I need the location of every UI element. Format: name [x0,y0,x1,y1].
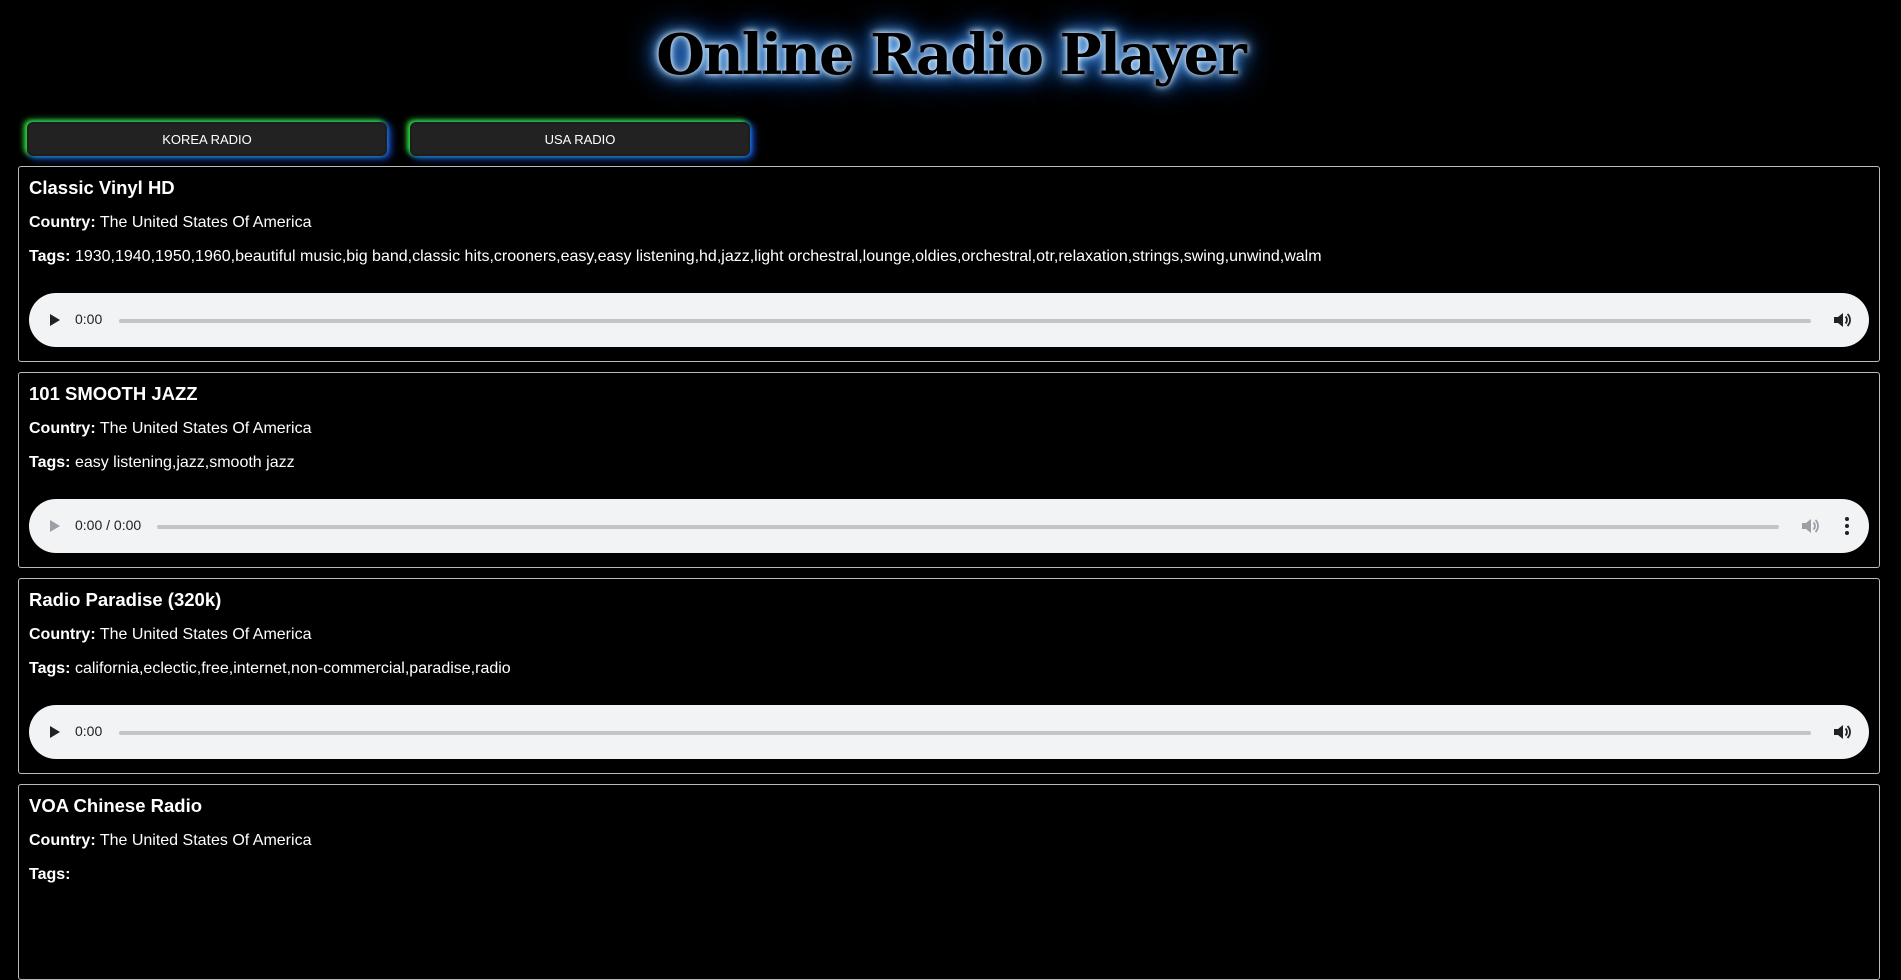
station-name: Radio Paradise (320k) [29,589,222,610]
country-value: The United States Of America [99,420,312,437]
usa-radio-button[interactable]: USA RADIO [410,122,750,156]
country-value: The United States Of America [99,626,312,643]
country-value: The United States Of America [99,832,312,849]
audio-player: 0:00 [29,293,1869,347]
station-card: VOA Chinese Radio Country: The United St… [18,784,1880,980]
audio-player: 0:00 / 0:00 [29,499,1869,553]
station-tags: Tags: [29,866,70,884]
korea-radio-button[interactable]: KOREA RADIO [27,122,387,156]
player-time: 0:00 [75,311,103,327]
volume-icon[interactable] [1833,724,1851,740]
country-label: Country: [29,214,96,231]
tags-label: Tags: [29,454,71,471]
player-time: 0:00 [75,723,103,739]
tags-value: 1930,1940,1950,1960,beautiful music,big … [74,248,1322,265]
station-card: 101 SMOOTH JAZZ Country: The United Stat… [18,372,1880,568]
seek-bar[interactable] [157,525,1779,529]
tags-label: Tags: [29,866,71,883]
tags-label: Tags: [29,660,71,677]
station-tags: Tags: easy listening,jazz,smooth jazz [29,454,295,472]
station-tags: Tags: 1930,1940,1950,1960,beautiful musi… [29,248,1322,266]
volume-icon[interactable] [1833,312,1851,328]
play-icon[interactable] [50,314,60,326]
station-name: Classic Vinyl HD [29,177,175,198]
volume-icon[interactable] [1801,518,1819,534]
station-card: Classic Vinyl HD Country: The United Sta… [18,166,1880,362]
tags-value: california,eclectic,free,internet,non-co… [74,660,511,677]
tags-label: Tags: [29,248,71,265]
play-icon[interactable] [50,726,60,738]
country-label: Country: [29,420,96,437]
station-name: 101 SMOOTH JAZZ [29,383,198,404]
tags-value: easy listening,jazz,smooth jazz [74,454,295,471]
station-country: Country: The United States Of America [29,626,311,644]
country-label: Country: [29,626,96,643]
seek-bar[interactable] [119,319,1811,323]
station-card: Radio Paradise (320k) Country: The Unite… [18,578,1880,774]
page-title: Online Radio Player [656,22,1247,88]
seek-bar[interactable] [119,731,1811,735]
country-label: Country: [29,832,96,849]
station-country: Country: The United States Of America [29,420,311,438]
station-tags: Tags: california,eclectic,free,internet,… [29,660,511,678]
play-icon[interactable] [50,520,60,532]
more-options-icon[interactable] [1845,517,1849,535]
station-country: Country: The United States Of America [29,214,311,232]
station-country: Country: The United States Of America [29,832,311,850]
player-time: 0:00 / 0:00 [75,517,142,533]
audio-player: 0:00 [29,705,1869,759]
station-name: VOA Chinese Radio [29,795,203,816]
country-value: The United States Of America [99,214,312,231]
